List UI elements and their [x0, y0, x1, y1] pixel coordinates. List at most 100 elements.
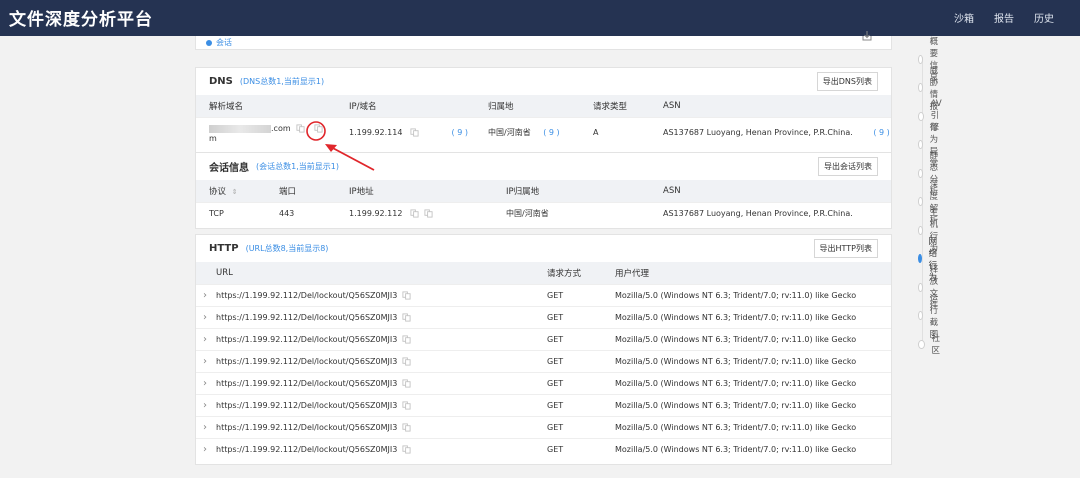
top-bar: 文件深度分析平台 沙箱 报告 历史 — [0, 0, 1080, 36]
user-agent-cell: Mozilla/5.0 (Windows NT 6.3; Trident/7.0… — [602, 349, 891, 372]
url-cell: https://1.199.92.112/Del/lockout/Q56SZ0M… — [216, 415, 534, 438]
chevron-right-icon[interactable]: › — [196, 437, 216, 460]
copy-icon[interactable] — [296, 124, 305, 133]
dns-subtitle: (DNS总数1,当前显示1) — [239, 77, 325, 86]
col-ip-location: IP归属地 — [493, 180, 650, 202]
chevron-right-icon[interactable]: › — [196, 327, 216, 350]
method-cell: GET — [534, 283, 602, 306]
copy-icon[interactable] — [402, 290, 411, 300]
nav-item-9[interactable]: 运行截图 — [918, 294, 943, 340]
copy-icon[interactable] — [410, 209, 419, 218]
copy-icon[interactable] — [402, 334, 411, 344]
col-protocol[interactable]: 协议 ⇕ — [196, 180, 266, 202]
http-subtitle: (URL总数8,当前显示8) — [245, 244, 329, 253]
session-header: 会话信息 (会话总数1,当前显示1) — [196, 153, 891, 180]
table-row[interactable]: › https://1.199.92.112/Del/lockout/Q56SZ0… — [196, 349, 891, 372]
col-url: URL — [216, 262, 534, 284]
session-section-top: 会话 — [195, 31, 892, 50]
user-agent-cell: Mozilla/5.0 (Windows NT 6.3; Trident/7.0… — [602, 305, 891, 328]
domain-line2: m — [209, 134, 217, 144]
nav-dot-icon — [918, 83, 923, 92]
session-panel: 会话信息 (会话总数1,当前显示1) 导出会话列表 协议 ⇕ 端口 IP地址 I… — [195, 152, 892, 229]
copy-icon[interactable] — [410, 128, 419, 137]
dns-title: DNS — [209, 76, 233, 87]
nav-report[interactable]: 报告 — [994, 10, 1014, 25]
dns-ip-cell: 1.199.92.114 ( 9 ) — [336, 116, 475, 148]
nav-dot-icon — [918, 254, 922, 263]
protocol-cell: TCP — [196, 201, 266, 224]
table-row: TCP 443 1.199.92.112 中国/河南省 AS137687 Luo… — [196, 201, 891, 224]
table-row[interactable]: › https://1.199.92.112/Del/lockout/Q56SZ0… — [196, 415, 891, 438]
dns-location: 中国/河南省 — [488, 128, 531, 138]
table-row[interactable]: › https://1.199.92.112/Del/lockout/Q56SZ0… — [196, 327, 891, 350]
nav-history[interactable]: 历史 — [1034, 10, 1054, 25]
copy-icon[interactable] — [402, 445, 411, 454]
copy-icon[interactable] — [423, 209, 433, 218]
user-agent-cell: Mozilla/5.0 (Windows NT 6.3; Trident/7.0… — [602, 327, 891, 350]
copy-icon[interactable] — [402, 378, 411, 388]
method-cell: GET — [534, 349, 602, 372]
dns-ip: 1.199.92.114 — [349, 128, 403, 138]
table-row[interactable]: › https://1.199.92.112/Del/lockout/Q56SZ0… — [196, 393, 891, 416]
ip-count-link[interactable]: ( 9 ) — [452, 128, 468, 137]
asn-count-link[interactable]: ( 9 ) — [873, 128, 889, 137]
session-link[interactable]: 会话 — [216, 37, 232, 48]
dns-domain-cell: .com m — [196, 116, 336, 148]
table-row: .com m 1.199.92.114 ( 9 ) 中国/河南省 ( 9 ) A… — [196, 116, 891, 148]
copy-icon[interactable] — [402, 356, 411, 366]
session-subtitle: (会话总数1,当前显示1) — [256, 162, 339, 171]
domain-suffix: .com — [271, 124, 291, 134]
col-type: 请求类型 — [580, 95, 650, 117]
table-row[interactable]: › https://1.199.92.112/Del/lockout/Q56SZ0… — [196, 305, 891, 328]
chevron-right-icon[interactable]: › — [196, 305, 216, 328]
chevron-right-icon[interactable]: › — [196, 393, 216, 416]
col-ip: IP/域名 — [336, 95, 475, 117]
copy-icon[interactable] — [402, 400, 411, 410]
chevron-right-icon[interactable]: › — [196, 283, 216, 306]
session-table: 协议 ⇕ 端口 IP地址 IP归属地 ASN TCP 443 1.199.92.… — [196, 180, 891, 224]
table-row[interactable]: › https://1.199.92.112/Del/lockout/Q56SZ0… — [196, 371, 891, 394]
user-agent-cell: Mozilla/5.0 (Windows NT 6.3; Trident/7.0… — [602, 283, 891, 306]
export-session-button[interactable]: 导出会话列表 — [818, 157, 878, 176]
nav-dot-icon — [918, 311, 923, 320]
nav-dot-icon — [918, 225, 923, 235]
sort-icon[interactable]: ⇕ — [232, 188, 238, 196]
url-cell: https://1.199.92.112/Del/lockout/Q56SZ0M… — [216, 437, 534, 460]
app-title: 文件深度分析平台 — [9, 10, 153, 30]
table-row[interactable]: › https://1.199.92.112/Del/lockout/Q56SZ0… — [196, 437, 891, 460]
url-cell: https://1.199.92.112/Del/lockout/Q56SZ0M… — [216, 305, 534, 328]
http-header: HTTP (URL总数8,当前显示8) — [196, 235, 891, 262]
user-agent-cell: Mozilla/5.0 (Windows NT 6.3; Trident/7.0… — [602, 415, 891, 438]
chevron-right-icon[interactable]: › — [196, 349, 216, 372]
method-cell: GET — [534, 305, 602, 328]
nav-item-1[interactable]: 威胁情报 — [918, 66, 943, 112]
http-title: HTTP — [209, 243, 239, 254]
nav-sandbox[interactable]: 沙箱 — [954, 10, 974, 25]
nav-dot-icon — [918, 168, 923, 178]
location-count-link[interactable]: ( 9 ) — [543, 128, 559, 137]
col-port: 端口 — [266, 180, 336, 202]
col-ip-address: IP地址 — [336, 180, 493, 202]
url-cell: https://1.199.92.112/Del/lockout/Q56SZ0M… — [216, 349, 534, 372]
download-icon[interactable] — [861, 30, 873, 42]
user-agent-cell: Mozilla/5.0 (Windows NT 6.3; Trident/7.0… — [602, 393, 891, 416]
copy-icon[interactable] — [402, 422, 411, 432]
method-cell: GET — [534, 393, 602, 416]
dns-type-cell: A — [580, 116, 650, 148]
table-row[interactable]: › https://1.199.92.112/Del/lockout/Q56SZ0… — [196, 283, 891, 306]
copy-icon[interactable] — [314, 124, 323, 133]
export-http-button[interactable]: 导出HTTP列表 — [813, 239, 878, 258]
col-location: 归属地 — [475, 95, 580, 117]
nav-item-10[interactable]: 社区 — [918, 334, 943, 356]
method-cell: GET — [534, 327, 602, 350]
export-dns-button[interactable]: 导出DNS列表 — [816, 72, 878, 91]
method-cell: GET — [534, 415, 602, 438]
ip-cell: 1.199.92.112 — [336, 201, 493, 224]
col-asn: ASN — [650, 95, 891, 117]
copy-icon[interactable] — [402, 312, 411, 322]
nav-dot-icon — [918, 339, 925, 349]
dns-asn-cell: AS137687 Luoyang, Henan Province, P.R.Ch… — [650, 116, 891, 148]
method-cell: GET — [534, 437, 602, 460]
chevron-right-icon[interactable]: › — [196, 371, 216, 394]
chevron-right-icon[interactable]: › — [196, 415, 216, 438]
